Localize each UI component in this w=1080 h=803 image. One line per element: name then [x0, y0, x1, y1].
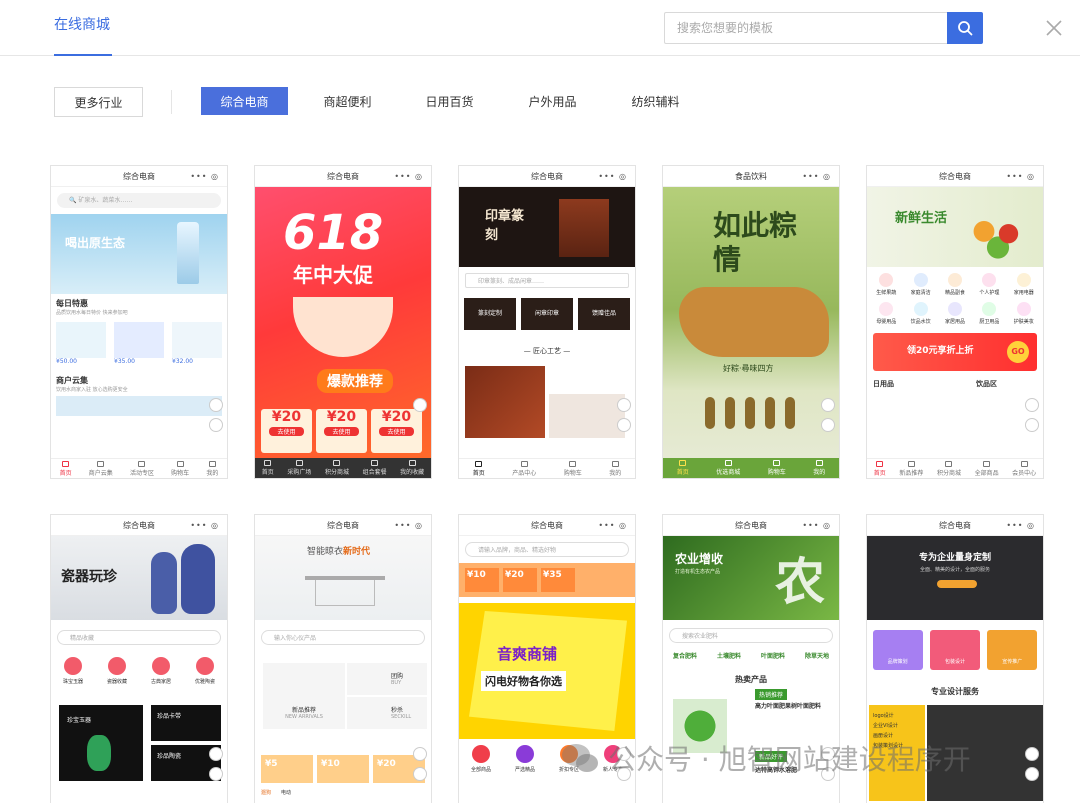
phone-header: 综合电商 ••• ◎ — [255, 166, 431, 187]
template-tabbar: 首页 采购广场 积分商城 组合套餐 我的收藏 — [255, 458, 431, 478]
section-title: — 匠心工艺 — — [523, 347, 571, 355]
close-icon[interactable] — [1044, 18, 1064, 38]
product-images — [459, 364, 635, 444]
template-search: 精品收藏 — [57, 630, 221, 645]
template-card[interactable]: 食品饮料 ••• ◎ 如此粽情 好粽·尋味四方 首页 优选商城 购物车 我的 — [662, 165, 840, 479]
template-card[interactable]: 综合电商 ••• ◎ 🔍 矿泉水、蔬菜水…… 喝出原生态 每日特惠 品质饮用水每日… — [50, 165, 228, 479]
phone-header: 综合电商 ••• ◎ — [867, 166, 1043, 187]
template-tabbar: 首页 商户云集 活动专区 购物车 我的 — [51, 458, 227, 478]
goods-sections: 日用品 饮品区 — [873, 380, 997, 388]
template-tabbar: 首页 产品中心 购物车 我的 — [459, 458, 635, 478]
phone-header: 综合电商 ••• ◎ — [51, 515, 227, 536]
coupon-row: ¥5 ¥10 ¥20 — [255, 731, 431, 783]
template-search: 输入你心仪产品 — [261, 630, 425, 645]
template-banner: 618 年中大促 爆款推荐 ¥20 去使用 ¥20 去使用 ¥20 去使用 — [255, 187, 431, 459]
search-input[interactable] — [664, 12, 949, 44]
phone-header: 综合电商 ••• ◎ — [867, 515, 1043, 536]
chat-icon[interactable] — [1025, 418, 1039, 432]
product-sections: 新品推荐 NEW ARRIVALS 团购 BUY 秒杀 SECKILL — [255, 651, 431, 731]
template-banner: 音爽商铺 闪电好物各你选 — [459, 603, 635, 739]
template-categories: 复合肥料 土壤肥料 叶面肥料 除草天地 — [672, 653, 829, 660]
wechat-icon — [562, 744, 598, 772]
chat-icon[interactable] — [821, 418, 835, 432]
template-categories: 珠宝玉器 瓷器收藏 古典家居 优雅陶瓷 — [51, 651, 227, 691]
template-card[interactable]: 综合电商 ••• ◎ 新鲜生活 生鲜果蔬 家庭清洁 精品副食 个人护理 家用电器 … — [866, 165, 1044, 479]
template-banner: 智能晾衣新时代 — [255, 536, 431, 620]
chat-icon[interactable] — [209, 418, 223, 432]
daily-deals: 每日特惠 品质饮用水每日特价 快来参加吧 ¥50.00 ¥35.00 ¥32.0… — [51, 294, 227, 365]
phone-icon[interactable] — [1025, 398, 1039, 412]
phone-header: 综合电商 ••• ◎ — [459, 166, 635, 187]
template-card[interactable]: 综合电商 ••• ◎ 印章篆刻 印章篆刻、成品闲章…… 篆刻定制 闲章印章 馈赠佳… — [458, 165, 636, 479]
tab-online-mall[interactable]: 在线商城 — [54, 14, 112, 56]
template-categories: 篆刻定制 闲章印章 馈赠佳品 — [459, 294, 635, 334]
template-tabbar: 首页 新品推荐 积分商城 全部商品 会员中心 — [867, 458, 1043, 478]
template-banner: 专为企业量身定制 全面、精美的设计，全面的服务 — [867, 536, 1043, 620]
watermark: 公众号 · 旭智网站建设程序开 — [560, 738, 1040, 778]
phone-header: 综合电商 ••• ◎ — [51, 166, 227, 187]
template-search: 🔍 矿泉水、蔬菜水…… — [57, 193, 221, 208]
template-search: 搜索农业肥料 — [669, 628, 833, 643]
section-title: 热卖产品 — [735, 675, 767, 684]
merchants-section: 商户云集 饮用水商家入驻 放心选购更安全 — [51, 365, 227, 416]
phone-icon[interactable] — [413, 747, 427, 761]
category-tab-textile[interactable]: 纺织辅料 — [618, 87, 693, 115]
coupon-row: ¥10 ¥20 ¥35 — [459, 563, 635, 597]
template-categories: 品牌策划 包装设计 宣传推广 — [867, 620, 1043, 680]
search-box — [664, 12, 984, 44]
category-filters: 更多行业 综合电商 商超便利 日用百货 户外用品 纺织辅料 — [54, 86, 754, 117]
top-bar: 在线商城 — [0, 0, 1080, 56]
template-banner: 如此粽情 好粽·尋味四方 — [663, 187, 839, 459]
category-tab-supermarket[interactable]: 商超便利 — [310, 87, 385, 115]
template-banner: 印章篆刻 — [459, 187, 635, 267]
template-card[interactable]: 综合电商 ••• ◎ 瓷器玩珍 精品收藏 珠宝玉器 瓷器收藏 古典家居 优雅陶瓷 … — [50, 514, 228, 803]
template-search: 请输入品牌，商品、精选好物 — [465, 542, 629, 557]
phone-header: 综合电商 ••• ◎ — [255, 515, 431, 536]
phone-icon[interactable] — [209, 398, 223, 412]
chat-icon[interactable] — [413, 767, 427, 781]
template-card[interactable]: 综合电商 ••• ◎ 智能晾衣新时代 输入你心仪产品 新品推荐 NEW ARRIVA… — [254, 514, 432, 803]
template-card[interactable]: 综合电商 ••• ◎ 618 年中大促 爆款推荐 ¥20 去使用 ¥20 去使用 ¥2… — [254, 165, 432, 479]
filter-divider — [171, 90, 172, 114]
template-banner: 农业增收 打造有机生态农产品 农 — [663, 536, 839, 620]
section-title: 专业设计服务 — [931, 687, 979, 696]
template-search: 印章篆刻、成品闲章…… — [465, 273, 629, 288]
phone-header: 综合电商 ••• ◎ — [459, 515, 635, 536]
phone-icon[interactable] — [209, 747, 223, 761]
chat-icon[interactable] — [617, 418, 631, 432]
icon-grid-row: 生鲜果蔬 家庭清洁 精品副食 个人护理 家用电器 — [867, 267, 1043, 296]
category-tab-comprehensive[interactable]: 综合电商 — [201, 87, 288, 115]
chat-icon[interactable] — [209, 767, 223, 781]
template-banner: 瓷器玩珍 — [51, 536, 227, 620]
category-tab-daily-goods[interactable]: 日用百货 — [412, 87, 487, 115]
search-icon — [958, 21, 973, 36]
phone-icon[interactable] — [821, 398, 835, 412]
template-tabbar: 首页 优选商城 购物车 我的 — [663, 458, 839, 478]
phone-header: 食品饮料 ••• ◎ — [663, 166, 839, 187]
template-banner: 新鲜生活 — [867, 187, 1043, 267]
coupon-banner: 领20元享折上折 GO — [873, 333, 1037, 371]
template-banner: 喝出原生态 — [51, 214, 227, 294]
phone-icon[interactable] — [617, 398, 631, 412]
search-button[interactable] — [947, 12, 983, 44]
icon-grid-row: 母婴用品 饮品水饮 家居用品 厨卫用品 护肤美妆 — [867, 296, 1043, 325]
featured-products: 珍宝玉器 珍品卡带 珍品陶瓷 — [51, 705, 227, 785]
tabs-row: 遛狗 电动 — [261, 790, 292, 796]
phone-icon[interactable] — [413, 398, 427, 412]
phone-header: 综合电商 ••• ◎ — [663, 515, 839, 536]
more-industries-button[interactable]: 更多行业 — [54, 87, 143, 117]
category-tab-outdoor[interactable]: 户外用品 — [515, 87, 590, 115]
